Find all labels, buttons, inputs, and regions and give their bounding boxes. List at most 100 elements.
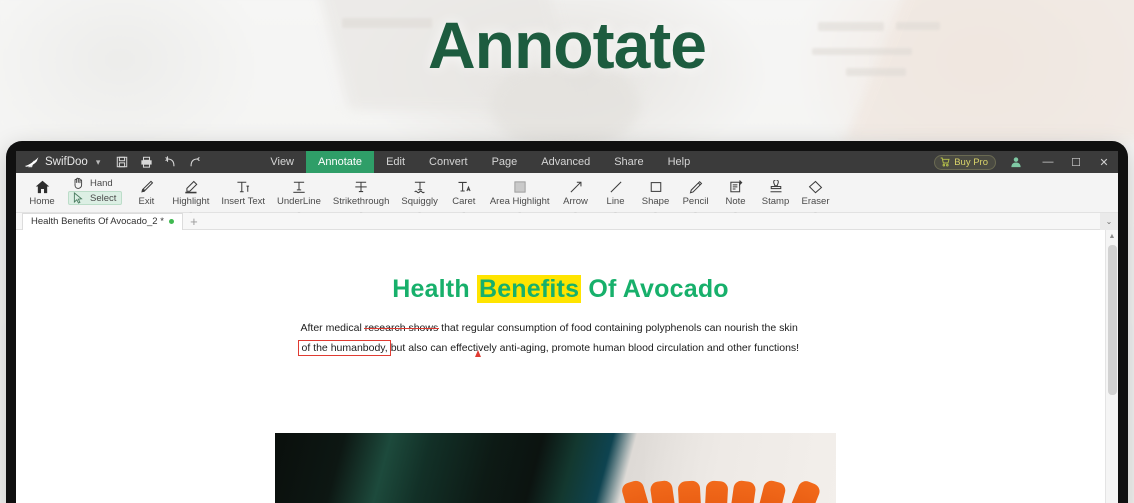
- hand-icon: [71, 177, 85, 189]
- close-button[interactable]: ✕: [1090, 151, 1118, 173]
- square-fill: [514, 180, 526, 193]
- brand-label: SwifDoo: [45, 156, 88, 168]
- pencil-icon: [689, 177, 703, 196]
- carrot: [677, 480, 703, 503]
- annotate-ribbon: Home Hand Select Exit Highlight Insert T…: [16, 173, 1118, 219]
- menu-annotate[interactable]: Annotate: [306, 151, 375, 173]
- collapse-ribbon-button[interactable]: ⌄: [1100, 213, 1118, 230]
- page-root: Annotate SwifDoo ▾ View Annotate Edit Co…: [0, 0, 1134, 503]
- maximize-button[interactable]: ☐: [1062, 151, 1090, 173]
- ribbon-note-label: Note: [725, 196, 746, 207]
- stamp-icon: [769, 177, 783, 196]
- ribbon-highlight-label: Highlight: [172, 196, 210, 207]
- cursor-icon: [71, 192, 85, 204]
- para-text-a: After medical: [300, 322, 365, 334]
- new-tab-button[interactable]: +: [183, 213, 205, 230]
- ribbon-strikethrough-label: Strikethrough: [332, 196, 390, 207]
- ribbon-eraser-label: Eraser: [801, 196, 830, 207]
- area-highlight-icon: [513, 177, 527, 196]
- line-icon: [609, 177, 623, 196]
- note-icon: [729, 177, 743, 196]
- para-text-d: vely anti-aging, promote human blood cir…: [478, 342, 800, 354]
- save-icon[interactable]: [110, 151, 134, 173]
- laptop-frame: SwifDoo ▾ View Annotate Edit Convert Pag…: [6, 141, 1128, 503]
- cart-icon: [940, 157, 950, 167]
- ribbon-home-button[interactable]: Home: [22, 175, 62, 208]
- arrow-icon: [569, 177, 583, 196]
- document-heading: Health Benefits Of Avocado: [16, 275, 1105, 304]
- scroll-up-arrow-icon[interactable]: ▲: [1106, 230, 1119, 243]
- title-bar: SwifDoo ▾ View Annotate Edit Convert Pag…: [16, 151, 1118, 173]
- menu-help[interactable]: Help: [656, 151, 703, 173]
- ribbon-pointer-group: Hand Select: [62, 175, 126, 205]
- ribbon-stamp-label: Stamp: [761, 196, 790, 207]
- document-tab-strip: Health Benefits Of Avocado_2 * + ⌄: [16, 212, 1118, 230]
- shape-icon: [649, 177, 663, 196]
- buy-pro-button[interactable]: Buy Pro: [934, 154, 996, 170]
- carrot: [703, 480, 729, 503]
- menu-edit[interactable]: Edit: [374, 151, 417, 173]
- strikethrough-icon: [354, 177, 368, 196]
- insert-text-icon: [236, 177, 250, 196]
- ribbon-select-button[interactable]: Select: [68, 191, 123, 205]
- ribbon-squiggly-label: Squiggly: [401, 196, 438, 207]
- strikethrough-annotation[interactable]: research shows: [365, 322, 439, 334]
- pdf-page[interactable]: Health Benefits Of Avocado After medical…: [16, 230, 1105, 503]
- ribbon-home-label: Home: [29, 196, 55, 207]
- underline-icon: [292, 177, 306, 196]
- ribbon-insert-text-label: Insert Text: [221, 196, 266, 207]
- redo-icon[interactable]: [182, 151, 206, 173]
- unsaved-dot-icon: [168, 219, 174, 224]
- menu-bar: View Annotate Edit Convert Page Advanced…: [258, 151, 702, 173]
- rectangle-annotation[interactable]: of the humanbody,: [297, 340, 391, 356]
- menu-convert[interactable]: Convert: [417, 151, 480, 173]
- ribbon-exit-button[interactable]: Exit: [126, 175, 166, 208]
- buy-pro-label: Buy Pro: [954, 156, 988, 168]
- banner-title: Annotate: [428, 8, 707, 82]
- heading-highlighted-word: Benefits: [476, 275, 582, 303]
- ribbon-pencil-label: Pencil: [682, 196, 709, 207]
- exit-pen-icon: [139, 177, 154, 196]
- document-tab[interactable]: Health Benefits Of Avocado_2 *: [22, 212, 183, 230]
- undo-icon[interactable]: [158, 151, 182, 173]
- menu-advanced[interactable]: Advanced: [529, 151, 602, 173]
- ribbon-hand-label: Hand: [90, 177, 113, 189]
- eraser-icon: [808, 177, 823, 196]
- scrollbar-thumb[interactable]: [1107, 245, 1117, 395]
- app-window: SwifDoo ▾ View Annotate Edit Convert Pag…: [16, 151, 1118, 503]
- ribbon-caret-label: Caret: [452, 196, 476, 207]
- swifdoo-logo-icon: [24, 157, 39, 168]
- menu-view[interactable]: View: [258, 151, 306, 173]
- menu-page[interactable]: Page: [480, 151, 530, 173]
- ribbon-underline-label: UnderLine: [277, 196, 321, 207]
- ribbon-hand-button[interactable]: Hand: [68, 176, 122, 190]
- document-tab-label: Health Benefits Of Avocado_2 *: [31, 216, 164, 227]
- document-image: [275, 433, 836, 503]
- heading-part-2: Of Avocado: [581, 275, 729, 303]
- ribbon-stamp-button[interactable]: Stamp: [756, 175, 796, 208]
- ribbon-insert-text-button[interactable]: Insert Text: [215, 175, 271, 208]
- minimize-button[interactable]: —: [1034, 151, 1062, 173]
- ribbon-area-highlight-label: Area Highlight: [489, 196, 550, 207]
- home-icon: [35, 177, 50, 196]
- title-bar-right: Buy Pro — ☐ ✕: [934, 151, 1118, 173]
- ribbon-select-label: Select: [90, 192, 117, 204]
- document-paragraph: After medical research shows that regula…: [297, 318, 821, 358]
- caret-tool-icon: [457, 177, 471, 196]
- para-text-b: that regular consumption of food contain…: [438, 322, 798, 334]
- app-brand[interactable]: SwifDoo ▾: [24, 155, 100, 169]
- print-icon[interactable]: [134, 151, 158, 173]
- ribbon-line-label: Line: [606, 196, 625, 207]
- squiggly-icon: [413, 177, 427, 196]
- vertical-scrollbar[interactable]: ▲: [1105, 230, 1118, 503]
- avatar[interactable]: [1006, 151, 1026, 173]
- menu-share[interactable]: Share: [602, 151, 655, 173]
- ribbon-exit-label: Exit: [138, 196, 155, 207]
- document-viewer: Health Benefits Of Avocado After medical…: [16, 230, 1118, 503]
- chevron-down-icon[interactable]: ▾: [96, 157, 101, 168]
- para-text-c: but also can effecti: [390, 342, 479, 354]
- highlighter-icon: [183, 177, 199, 196]
- user-icon: [1011, 157, 1021, 168]
- ribbon-shape-label: Shape: [641, 196, 670, 207]
- heading-part-1: Health: [392, 275, 477, 303]
